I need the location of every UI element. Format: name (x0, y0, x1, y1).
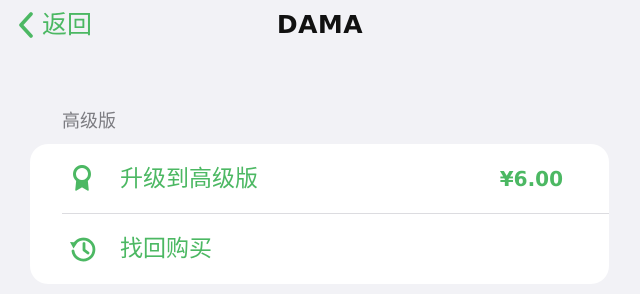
upgrade-premium-label: 升级到高级版 (120, 166, 258, 192)
page-title: DAMA (276, 10, 364, 39)
restore-purchase-label: 找回购买 (120, 236, 212, 262)
award-ribbon-icon (68, 164, 96, 192)
navigation-bar: 返回 DAMA (0, 0, 640, 52)
restore-purchase-row[interactable]: 找回购买 (30, 214, 609, 283)
section-header: 高级版 (62, 111, 116, 132)
upgrade-premium-row[interactable]: 升级到高级版 ¥6.00 (30, 144, 609, 213)
price-label: ¥6.00 (499, 167, 563, 191)
history-clock-icon (68, 234, 96, 262)
settings-card: 升级到高级版 ¥6.00 找回购买 (30, 144, 609, 284)
